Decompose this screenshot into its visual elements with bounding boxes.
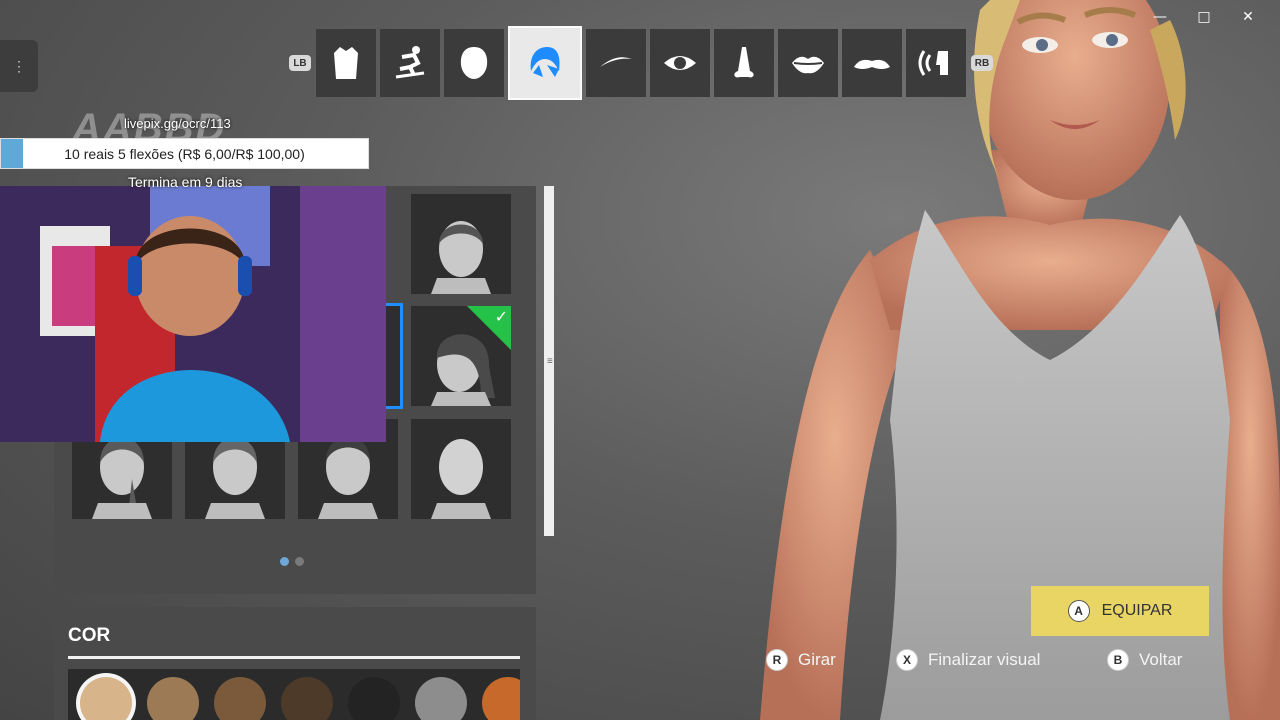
voice-icon xyxy=(918,50,948,76)
color-section-divider xyxy=(68,656,520,659)
checkmark-icon: ✓ xyxy=(494,307,508,326)
color-swatch[interactable] xyxy=(482,677,520,720)
goal-deadline: Termina em 9 dias xyxy=(128,174,243,190)
tab-lips[interactable] xyxy=(778,29,838,97)
streamer-webcam-image xyxy=(0,186,386,442)
eyebrow-icon xyxy=(600,57,632,67)
back-label: Voltar xyxy=(1139,650,1183,669)
color-swatch-row xyxy=(68,669,520,720)
x-button-icon: X xyxy=(896,649,918,671)
color-panel: COR xyxy=(54,607,536,720)
head-shape-icon xyxy=(460,47,488,79)
hair-style-preview xyxy=(431,221,491,294)
color-swatch[interactable] xyxy=(147,677,199,720)
hair-style-tile-equipped[interactable]: ✓ xyxy=(411,306,511,406)
tab-facial-hair[interactable] xyxy=(842,29,902,97)
window-controls: — □ ✕ xyxy=(1138,6,1270,28)
color-swatch[interactable] xyxy=(214,677,266,720)
tab-hair[interactable] xyxy=(508,26,582,100)
r-stick-icon: R xyxy=(766,649,788,671)
tab-nose[interactable] xyxy=(714,29,774,97)
tab-clothing[interactable] xyxy=(316,29,376,97)
eye-icon xyxy=(664,56,696,70)
side-menu-handle[interactable]: ⋮ xyxy=(0,40,38,92)
hair-style-tile[interactable] xyxy=(411,194,511,294)
tab-head[interactable] xyxy=(444,29,504,97)
equip-button[interactable]: A EQUIPAR xyxy=(1031,586,1209,636)
rotate-prompt[interactable]: R Girar xyxy=(766,649,836,671)
webcam-overlay xyxy=(0,186,386,442)
category-bar: LB RB xyxy=(286,26,996,100)
rb-bumper-hint[interactable]: RB xyxy=(971,55,993,71)
hair-style-preview xyxy=(431,439,491,519)
maximize-button[interactable]: □ xyxy=(1182,6,1226,28)
finalize-label: Finalizar visual xyxy=(928,650,1041,669)
page-indicator xyxy=(280,557,304,566)
hair-icon xyxy=(530,47,560,77)
color-swatch[interactable] xyxy=(415,677,467,720)
color-section-title: COR xyxy=(68,625,111,646)
color-swatch[interactable] xyxy=(80,677,132,720)
finalize-prompt[interactable]: X Finalizar visual xyxy=(896,649,1040,671)
color-swatch[interactable] xyxy=(348,677,400,720)
tab-eyes[interactable] xyxy=(650,29,710,97)
donation-goal-bar: 10 reais 5 flexões (R$ 6,00/R$ 100,00) xyxy=(0,138,369,169)
equip-label: EQUIPAR xyxy=(1101,602,1173,619)
tab-eyebrows[interactable] xyxy=(586,29,646,97)
hair-style-tile[interactable] xyxy=(411,419,511,519)
mustache-icon xyxy=(854,59,890,69)
color-swatch[interactable] xyxy=(281,677,333,720)
goal-text: 10 reais 5 flexões (R$ 6,00/R$ 100,00) xyxy=(64,145,305,162)
grip-icon: ≡ xyxy=(547,356,553,367)
lips-icon xyxy=(792,56,824,74)
lb-bumper-hint[interactable]: LB xyxy=(289,55,311,71)
minimize-button[interactable]: — xyxy=(1138,6,1182,28)
rotate-label: Girar xyxy=(798,650,836,669)
dots-vertical-icon: ⋮ xyxy=(12,57,26,74)
nose-icon xyxy=(734,47,754,78)
panel-scrollbar[interactable]: ≡ xyxy=(544,186,554,536)
clothing-icon xyxy=(334,47,358,79)
skate-pose-icon xyxy=(395,46,425,79)
a-button-icon: A xyxy=(1067,600,1090,622)
close-button[interactable]: ✕ xyxy=(1226,6,1270,28)
goal-url: livepix.gg/ocrc/113 xyxy=(124,116,231,131)
back-prompt[interactable]: B Voltar xyxy=(1107,649,1182,671)
tab-voice[interactable] xyxy=(906,29,966,97)
tab-pose[interactable] xyxy=(380,29,440,97)
b-button-icon: B xyxy=(1107,649,1129,671)
page-dot[interactable] xyxy=(295,557,304,566)
page-dot-active[interactable] xyxy=(280,557,289,566)
